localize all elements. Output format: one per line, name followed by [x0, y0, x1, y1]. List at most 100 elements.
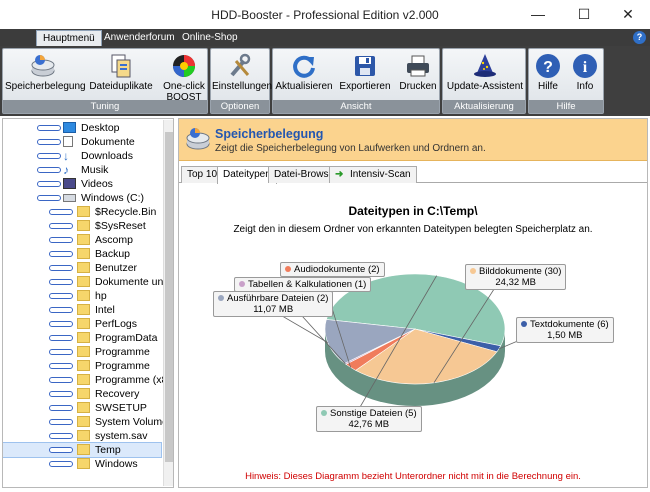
tree-item-label: Programme (x86: [95, 374, 174, 386]
callout-value: 42,76 MB: [348, 419, 390, 430]
update-assistent-button[interactable]: Update-Assistent: [445, 51, 525, 101]
tab-hauptmenue[interactable]: Hauptmenü: [36, 30, 102, 46]
tree-connector: [49, 307, 73, 313]
tree-item-label: Intel: [95, 304, 115, 316]
folder-icon: [77, 276, 90, 287]
tree-item-label: Windows (C:): [81, 192, 145, 204]
tree-item[interactable]: Programme: [3, 359, 161, 373]
tree-connector: [49, 223, 73, 229]
tree-item[interactable]: SWSETUP: [3, 401, 161, 415]
folder-icon: [77, 458, 90, 469]
tree-connector: [49, 461, 73, 467]
tree-item[interactable]: Windows: [3, 457, 161, 471]
tree-item-label: Benutzer: [95, 262, 138, 274]
hilfe-label: Hilfe: [537, 81, 558, 92]
folder-tree[interactable]: Desktop Dokumente ↓ Downloads ♪ Musik Videos Wi…: [2, 118, 174, 488]
tree-connector: [37, 153, 61, 159]
tree-item[interactable]: Videos: [3, 177, 161, 191]
speicherbelegung-button[interactable]: Speicherbelegung: [5, 51, 86, 101]
tree-item-label: Backup: [95, 248, 131, 260]
tree-item[interactable]: Temp: [3, 442, 162, 458]
tree-connector: [37, 195, 61, 201]
tree-item[interactable]: system.sav: [3, 429, 161, 443]
tree-connector: [37, 125, 61, 131]
folder-icon: [77, 318, 90, 329]
maximize-button[interactable]: ☐: [564, 0, 604, 28]
tree-item-label: ProgramData: [95, 332, 158, 344]
ribbon-group-aktualisierung: Update-Assistent Aktualisierung: [442, 48, 526, 114]
tree-item[interactable]: Windows (C:): [3, 191, 161, 205]
music-icon: ♪: [63, 163, 69, 177]
tree-item-label: Dokumente: [81, 136, 135, 148]
tree-item[interactable]: Intel: [3, 303, 161, 317]
tree-item[interactable]: Dokumente: [3, 135, 161, 149]
tree-item-label: Windows: [95, 458, 138, 470]
chart-area: Dateitypen in C:\Temp\ Zeigt den in dies…: [179, 184, 647, 487]
duplicates-icon: [108, 53, 134, 79]
chart-note: Hinweis: Dieses Diagramm bezieht Unteror…: [245, 471, 581, 482]
tree-connector: [49, 391, 73, 397]
svg-text:?: ?: [543, 59, 553, 76]
drucken-label: Drucken: [399, 81, 437, 92]
legend-dot: [521, 321, 527, 328]
tab-intensiv-scan[interactable]: ➜ Intensiv-Scan: [329, 166, 417, 183]
minimize-button[interactable]: —: [518, 0, 558, 28]
documents-icon: [63, 136, 73, 147]
tree-item[interactable]: PerfLogs: [3, 317, 161, 331]
legend-dot: [218, 295, 224, 302]
tree-item[interactable]: $SysReset: [3, 219, 161, 233]
tree-connector: [49, 293, 73, 299]
dateiduplikate-button[interactable]: Dateiduplikate: [85, 51, 157, 101]
hilfe-button[interactable]: ? Hilfe: [531, 51, 565, 101]
svg-text:i: i: [583, 59, 588, 76]
tree-item[interactable]: ProgramData: [3, 331, 161, 345]
videos-icon: [63, 178, 76, 189]
folder-icon: [77, 262, 90, 273]
group-label-optionen: Optionen: [211, 100, 269, 113]
einstellungen-label: Einstellungen: [212, 81, 273, 92]
tree-item[interactable]: Recovery: [3, 387, 161, 401]
tree-item-label: Programme: [95, 360, 150, 372]
tree-item[interactable]: Ascomp: [3, 233, 161, 247]
tree-item[interactable]: Benutzer: [3, 261, 161, 275]
tree-item[interactable]: $Recycle.Bin: [3, 205, 161, 219]
folder-icon: [77, 416, 90, 427]
folder-icon: [77, 290, 90, 301]
chart-callout: Ausführbare Dateien (2) 11,07 MB: [213, 291, 334, 317]
legend-dot: [321, 410, 327, 417]
folder-icon: [77, 248, 90, 259]
tree-item[interactable]: ♪ Musik: [3, 163, 161, 177]
help-icon[interactable]: ?: [633, 31, 646, 44]
view-tabs: Top 10 Dateitypen Datei-Browser ➜ Intens…: [179, 165, 647, 184]
tree-item[interactable]: System Volume I: [3, 415, 173, 429]
folder-icon: [77, 206, 90, 217]
one-click-boost-button[interactable]: One-click BOOST: [161, 51, 207, 103]
tree-item[interactable]: Desktop: [3, 121, 161, 135]
app-window: HDD-Booster - Professional Edition v2.00…: [0, 0, 650, 492]
exportieren-button[interactable]: Exportieren: [337, 51, 393, 101]
tab-online-shop[interactable]: Online-Shop: [176, 30, 244, 46]
question-icon: ?: [535, 53, 561, 79]
callout-name: Sonstige Dateien (5): [330, 408, 417, 419]
einstellungen-button[interactable]: Einstellungen: [212, 51, 273, 101]
tree-item[interactable]: Programme (x86: [3, 373, 173, 387]
aktualisieren-button[interactable]: Aktualisieren: [275, 51, 333, 101]
close-button[interactable]: ✕: [608, 0, 648, 28]
ribbon-group-optionen: Einstellungen Optionen: [210, 48, 273, 114]
info-button[interactable]: i Info: [569, 51, 601, 101]
tree-item[interactable]: hp: [3, 289, 161, 303]
drive-icon: [63, 194, 76, 202]
drucken-button[interactable]: Drucken: [397, 51, 439, 101]
tree-item-label: Temp: [95, 444, 121, 456]
tree-item[interactable]: Dokumente und: [3, 275, 169, 289]
tab-anwenderforum[interactable]: Anwenderforum: [98, 30, 181, 46]
tree-scrollbar-thumb[interactable]: [165, 132, 173, 462]
tree-item-label: Downloads: [81, 150, 133, 162]
tree-item[interactable]: ↓ Downloads: [3, 149, 161, 163]
tree-item[interactable]: Backup: [3, 247, 161, 261]
tree-scrollbar[interactable]: [163, 120, 173, 486]
tree-item[interactable]: Programme: [3, 345, 161, 359]
update-assistent-label: Update-Assistent: [446, 81, 524, 92]
tree-connector: [49, 405, 73, 411]
info-icon: i: [572, 53, 598, 79]
